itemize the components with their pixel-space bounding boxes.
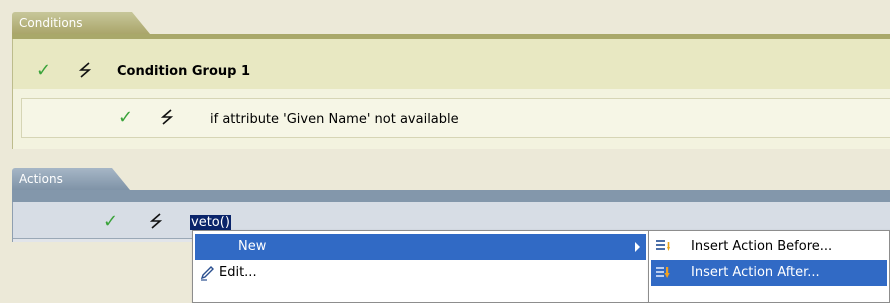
menu-item-insert-action-before-label: Insert Action Before...	[691, 239, 833, 254]
tab-conditions-label: Conditions	[19, 16, 83, 30]
pencil-icon	[200, 266, 214, 281]
bolt-icon	[149, 213, 163, 229]
tab-actions[interactable]: Actions	[12, 168, 130, 190]
submenu: Insert Action Before... Insert Action Af…	[648, 230, 890, 303]
check-icon: ✓	[36, 60, 52, 81]
insert-after-icon	[656, 267, 670, 278]
insert-before-icon	[656, 240, 670, 251]
action-label[interactable]: veto()	[190, 215, 231, 230]
tab-actions-label: Actions	[19, 172, 63, 186]
menu-item-insert-action-after[interactable]: Insert Action After...	[651, 260, 887, 286]
submenu-arrow-icon	[635, 242, 640, 252]
menu-item-insert-action-before[interactable]: Insert Action Before...	[651, 234, 887, 260]
check-icon: ✓	[103, 211, 119, 232]
context-menu: New Edit...	[192, 230, 649, 303]
menu-item-new[interactable]: New	[195, 234, 646, 260]
menu-item-edit-label: Edit...	[219, 265, 257, 280]
bolt-icon	[160, 109, 174, 125]
check-icon: ✓	[118, 107, 134, 128]
menu-item-new-label: New	[238, 239, 267, 254]
condition-label: if attribute 'Given Name' not available	[210, 112, 459, 127]
menu-item-insert-action-after-label: Insert Action After...	[691, 265, 820, 280]
actions-header-band	[12, 190, 890, 202]
bolt-icon	[78, 62, 92, 78]
tab-conditions[interactable]: Conditions	[12, 12, 150, 34]
menu-item-edit[interactable]: Edit...	[195, 260, 646, 286]
condition-group-label: Condition Group 1	[117, 64, 251, 79]
